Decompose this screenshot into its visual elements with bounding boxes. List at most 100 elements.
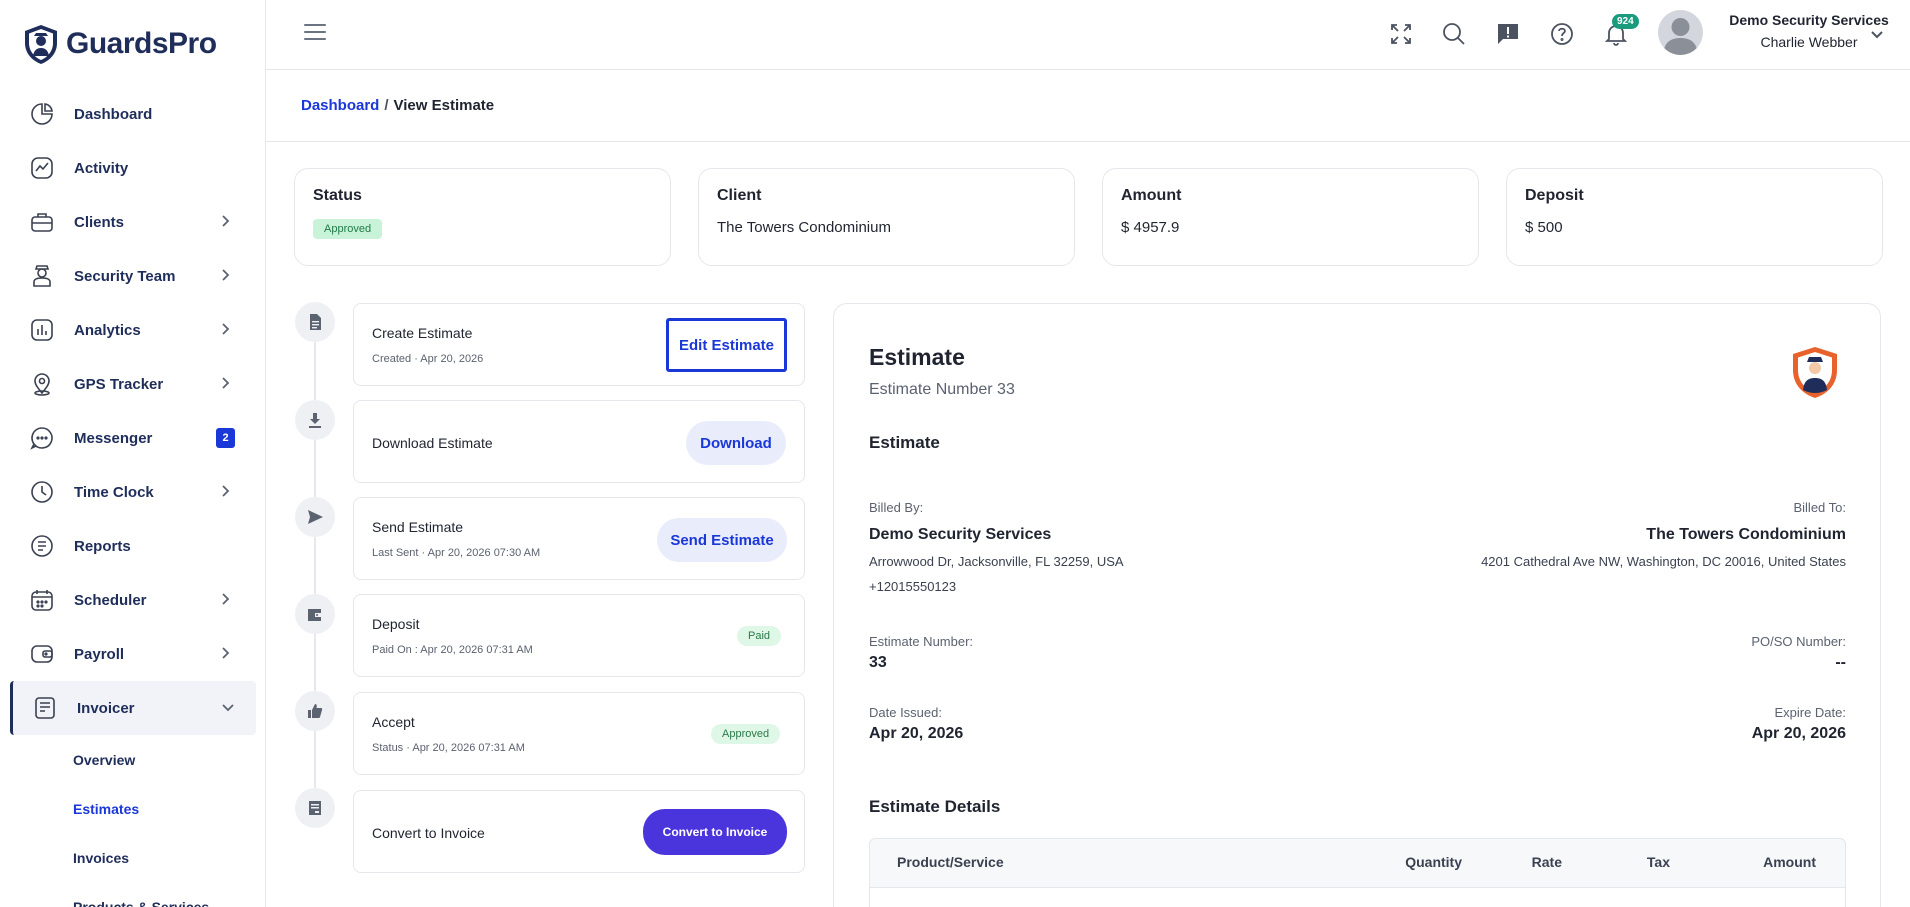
app-logo[interactable]: GuardsPro (22, 20, 217, 68)
chat-bubble-icon (28, 424, 56, 452)
breadcrumb-current: View Estimate (393, 97, 495, 114)
messenger-unread-badge: 2 (216, 428, 235, 448)
status-badge: Approved (313, 219, 383, 239)
sidebar-item-label: Scheduler (74, 591, 147, 609)
step-send-estimate: Send Estimate Last Sent · Apr 20, 2026 0… (353, 497, 805, 580)
submenu-item-overview[interactable]: Overview (73, 735, 265, 784)
wallet-icon (295, 594, 335, 634)
company-shield-logo-icon (1793, 347, 1837, 398)
activity-icon (28, 154, 56, 182)
sidebar-item-label: Analytics (74, 321, 141, 339)
topbar: 924 Demo Security Services Charlie Webbe… (266, 0, 1910, 70)
invoice-icon (295, 788, 335, 828)
breadcrumb: Dashboard / View Estimate (301, 97, 494, 114)
chevron-right-icon (218, 322, 232, 336)
send-estimate-button[interactable]: Send Estimate (657, 518, 787, 562)
user-avatar[interactable] (1658, 10, 1703, 55)
step-title: Convert to Invoice (372, 825, 485, 841)
convert-to-invoice-button[interactable]: Convert to Invoice (643, 809, 787, 855)
notification-count-badge: 924 (1612, 14, 1639, 29)
sidebar: GuardsPro Dashboard Activity Clients Sec… (0, 0, 266, 907)
breadcrumb-separator: / (384, 97, 389, 114)
estimate-number-value: 33 (869, 654, 887, 671)
expire-date-value: Apr 20, 2026 (1751, 725, 1846, 742)
sidebar-item-analytics[interactable]: Analytics (0, 303, 265, 357)
location-pin-icon (28, 370, 56, 398)
edit-estimate-button[interactable]: Edit Estimate (666, 318, 787, 372)
chevron-right-icon (218, 646, 232, 660)
guard-icon (28, 262, 56, 290)
step-title: Download Estimate (372, 435, 493, 451)
submenu-item-estimates[interactable]: Estimates (73, 784, 265, 833)
download-icon (295, 400, 335, 440)
amount-card-title: Amount (1121, 187, 1182, 204)
menu-toggle-icon[interactable] (304, 24, 326, 42)
sidebar-item-scheduler[interactable]: Scheduler (0, 573, 265, 627)
sidebar-item-messenger[interactable]: Messenger 2 (0, 411, 265, 465)
step-title: Create Estimate (372, 325, 473, 341)
date-issued-value: Apr 20, 2026 (869, 725, 964, 742)
sidebar-item-label: Messenger (74, 429, 153, 447)
bar-chart-icon (28, 316, 56, 344)
sidebar-nav: Dashboard Activity Clients Security Team… (0, 87, 265, 907)
billed-to-name: The Towers Condominium (1646, 526, 1846, 543)
download-button[interactable]: Download (686, 421, 786, 465)
billed-by-address: Arrowwood Dr, Jacksonville, FL 32259, US… (869, 554, 1124, 569)
sidebar-item-gps-tracker[interactable]: GPS Tracker (0, 357, 265, 411)
clock-icon (28, 478, 56, 506)
amount-card: Amount $ 4957.9 (1102, 168, 1479, 266)
sidebar-item-label: Activity (74, 159, 129, 177)
step-accept: Accept Status · Apr 20, 2026 07:31 AM Ap… (353, 692, 805, 775)
thumbs-up-icon (295, 691, 335, 731)
help-icon[interactable] (1549, 21, 1575, 47)
step-deposit: Deposit Paid On : Apr 20, 2026 07:31 AM … (353, 594, 805, 677)
chevron-right-icon (218, 484, 232, 498)
receipt-icon (31, 694, 59, 722)
sidebar-item-label: GPS Tracker (74, 375, 164, 393)
send-icon (295, 497, 335, 537)
fullscreen-icon[interactable] (1388, 21, 1414, 47)
user-silhouette-icon (1663, 18, 1698, 55)
app-root: GuardsPro Dashboard Activity Clients Sec… (0, 0, 1910, 907)
deposit-value: $ 500 (1525, 219, 1563, 236)
sidebar-item-reports[interactable]: Reports (0, 519, 265, 573)
breadcrumb-dashboard-link[interactable]: Dashboard (301, 97, 379, 114)
table-body (870, 888, 1845, 907)
sidebar-item-dashboard[interactable]: Dashboard (0, 87, 265, 141)
breadcrumb-bar: Dashboard / View Estimate (266, 70, 1910, 142)
accept-approved-badge: Approved (711, 724, 781, 744)
step-create-estimate: Create Estimate Created · Apr 20, 2026 E… (353, 303, 805, 386)
sidebar-item-invoicer[interactable]: Invoicer (10, 681, 256, 735)
user-company: Demo Security Services (1729, 12, 1889, 28)
chevron-down-icon[interactable] (1870, 27, 1884, 41)
column-header-rate: Rate (1531, 854, 1562, 870)
deposit-card: Deposit $ 500 (1506, 168, 1883, 266)
chevron-right-icon (218, 268, 232, 282)
sidebar-item-clients[interactable]: Clients (0, 195, 265, 249)
search-icon[interactable] (1441, 21, 1467, 47)
step-title: Accept (372, 714, 415, 730)
wallet-icon (28, 640, 56, 668)
feedback-icon[interactable] (1495, 21, 1521, 47)
column-header-tax: Tax (1646, 854, 1670, 870)
submenu-item-invoices[interactable]: Invoices (73, 833, 265, 882)
estimate-details-title: Estimate Details (869, 797, 1001, 816)
amount-value: $ 4957.9 (1121, 219, 1180, 236)
step-subtitle: Created · Apr 20, 2026 (372, 353, 484, 365)
column-header-quantity: Quantity (1405, 854, 1462, 870)
chevron-right-icon (218, 592, 232, 606)
client-card: Client The Towers Condominium (698, 168, 1075, 266)
step-download-estimate: Download Estimate Download (353, 400, 805, 483)
deposit-paid-badge: Paid (737, 626, 782, 646)
billed-to-address: 4201 Cathedral Ave NW, Washington, DC 20… (1481, 554, 1846, 569)
sidebar-item-payroll[interactable]: Payroll (0, 627, 265, 681)
status-card: Status Approved (294, 168, 671, 266)
sidebar-item-label: Security Team (74, 267, 176, 285)
sidebar-item-label: Invoicer (77, 699, 135, 717)
sidebar-item-label: Reports (74, 537, 131, 555)
sidebar-item-activity[interactable]: Activity (0, 141, 265, 195)
sidebar-item-security-team[interactable]: Security Team (0, 249, 265, 303)
sidebar-item-time-clock[interactable]: Time Clock (0, 465, 265, 519)
submenu-item-products-services[interactable]: Products & Services (73, 882, 265, 907)
estimate-panel: Estimate Estimate Number 33 Estimate Bil… (833, 303, 1881, 907)
